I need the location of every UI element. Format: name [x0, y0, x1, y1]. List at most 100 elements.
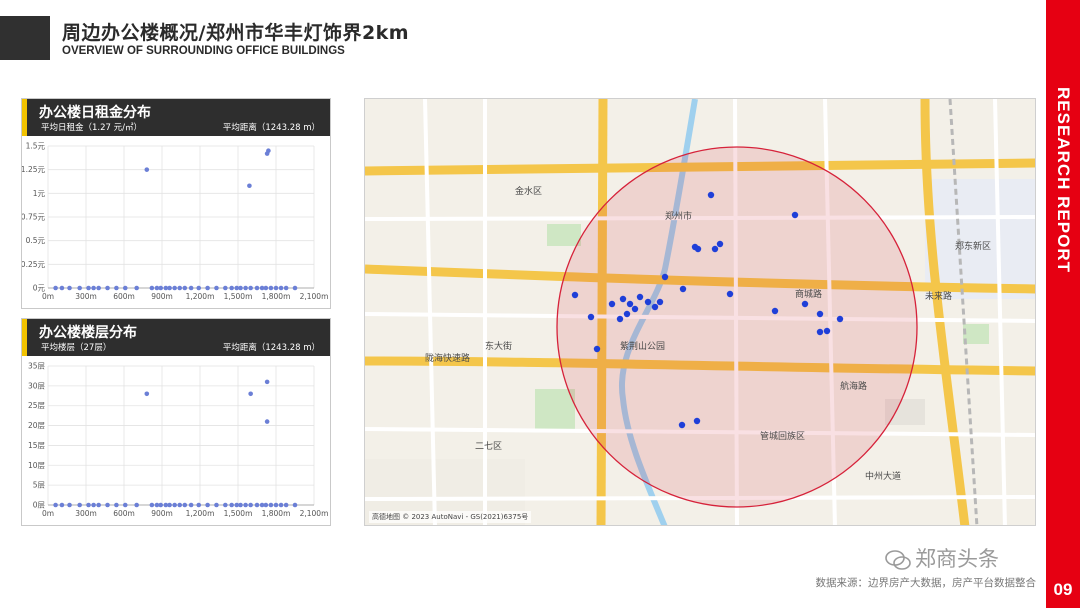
- area-map[interactable]: 郑州市 紫荆山公园 商城路 东大街 未来路 航海路 郑东新区 管城回族区 二七区 陇海快速路 金水区…: [364, 98, 1036, 526]
- scatter-point: [283, 285, 289, 291]
- x-tick-label: 300m: [75, 509, 97, 518]
- scatter-point: [229, 502, 234, 508]
- y-tick-label: 20层: [28, 421, 46, 430]
- floor-average-label: 平均楼层（27层）: [41, 343, 112, 353]
- scatter-point: [247, 183, 252, 189]
- rent-panel-header: 办公楼日租金分布 平均日租金（1.27 元/㎡） 平均距离（1243.28 m）: [22, 99, 330, 136]
- office-marker[interactable]: [631, 305, 639, 313]
- scatter-point: [182, 285, 188, 291]
- office-marker[interactable]: [707, 191, 715, 199]
- scatter-point: [263, 285, 269, 291]
- scatter-point: [134, 502, 139, 508]
- scatter-point: [53, 502, 58, 508]
- scatter-point: [105, 285, 110, 291]
- office-marker[interactable]: [816, 310, 824, 318]
- office-marker[interactable]: [726, 290, 734, 298]
- office-marker[interactable]: [651, 303, 659, 311]
- office-marker[interactable]: [801, 300, 809, 308]
- y-tick-label: 5层: [33, 481, 46, 490]
- scatter-point: [114, 502, 119, 508]
- office-marker[interactable]: [771, 307, 779, 315]
- office-marker[interactable]: [619, 295, 627, 303]
- scatter-point: [266, 148, 271, 154]
- rent-scatter-chart: 0元0.25元0.5元0.75元1元1.25元1.5元0m 300m 600m 900…: [22, 142, 328, 302]
- scatter-point: [59, 285, 65, 291]
- x-tick-label: 600m: [113, 292, 135, 301]
- floor-scatter-chart: 0层5层10层15层20层25层30层35层0m 300m 600m 900m 1,20…: [28, 362, 328, 519]
- scatter-point: [77, 502, 82, 508]
- x-tick-label: 0m: [42, 509, 54, 518]
- scatter-point: [248, 285, 253, 291]
- y-tick-label: 15层: [28, 441, 46, 450]
- scatter-point: [278, 502, 284, 508]
- scatter-point: [248, 391, 253, 397]
- office-marker[interactable]: [693, 417, 701, 425]
- title-accent-block: [0, 16, 50, 60]
- office-marker[interactable]: [616, 315, 624, 323]
- office-marker[interactable]: [587, 313, 595, 321]
- y-tick-label: 1元: [33, 189, 46, 198]
- office-marker[interactable]: [608, 300, 616, 308]
- rent-panel: 办公楼日租金分布 平均日租金（1.27 元/㎡） 平均距离（1243.28 m）…: [21, 98, 331, 309]
- y-tick-label: 30层: [28, 381, 46, 390]
- data-source-note: 数据来源：边界房产大数据，房产平台数据整合: [815, 577, 1037, 589]
- office-marker[interactable]: [823, 327, 831, 335]
- office-marker[interactable]: [626, 300, 634, 308]
- office-marker-layer: [571, 191, 844, 429]
- x-tick-label: 0m: [42, 292, 54, 301]
- page-number: 09: [1053, 580, 1073, 599]
- y-tick-label: 1.5元: [26, 142, 46, 151]
- rent-distance-label: 平均距离（1243.28 m）: [222, 123, 320, 133]
- scatter-point: [243, 502, 248, 508]
- scatter-point: [177, 285, 183, 291]
- x-tick-label: 1,500m: [224, 292, 253, 301]
- office-marker[interactable]: [571, 291, 579, 299]
- y-tick-label: 25层: [28, 401, 46, 410]
- scatter-point: [268, 502, 274, 508]
- scatter-point: [172, 285, 177, 291]
- office-marker[interactable]: [711, 245, 719, 253]
- scatter-point: [263, 502, 269, 508]
- office-marker[interactable]: [656, 298, 664, 306]
- scatter-point: [67, 285, 72, 291]
- watermark-text: 郑商头条: [915, 547, 999, 571]
- watermark: 郑商头条: [885, 543, 999, 573]
- scatter-point: [254, 502, 260, 508]
- office-marker[interactable]: [791, 211, 799, 219]
- scatter-point: [91, 285, 96, 291]
- office-marker[interactable]: [644, 298, 652, 306]
- page-subtitle: OVERVIEW OF SURROUNDING OFFICE BUILDINGS: [62, 45, 345, 57]
- y-tick-label: 0.75元: [22, 213, 45, 222]
- scatter-point: [243, 285, 248, 291]
- scatter-point: [238, 285, 243, 291]
- y-tick-label: 0.5元: [26, 236, 46, 245]
- floor-panel-title: 办公楼楼层分布: [39, 325, 137, 341]
- office-marker[interactable]: [593, 345, 601, 353]
- rent-average-label: 平均日租金（1.27 元/㎡）: [41, 123, 142, 133]
- office-marker[interactable]: [636, 293, 644, 301]
- x-tick-label: 900m: [151, 292, 173, 301]
- scatter-point: [105, 502, 110, 508]
- office-marker[interactable]: [679, 285, 687, 293]
- scatter-point: [96, 285, 101, 291]
- scatter-point: [273, 502, 279, 508]
- office-marker[interactable]: [661, 273, 669, 281]
- scatter-point: [292, 285, 298, 291]
- office-marker[interactable]: [678, 421, 686, 429]
- scatter-point: [149, 502, 155, 508]
- floor-distance-label: 平均距离（1243.28 m）: [222, 343, 320, 353]
- scatter-point: [158, 502, 164, 508]
- scatter-point: [59, 502, 65, 508]
- scatter-point: [292, 502, 298, 508]
- scatter-point: [167, 285, 172, 291]
- office-marker[interactable]: [691, 243, 699, 251]
- office-marker[interactable]: [836, 315, 844, 323]
- floor-panel: 办公楼楼层分布 平均楼层（27层） 平均距离（1243.28 m） 0层 5层 10…: [21, 318, 331, 526]
- x-tick-label: 900m: [151, 509, 173, 518]
- office-marker[interactable]: [816, 328, 824, 336]
- office-marker[interactable]: [623, 310, 631, 318]
- office-marker[interactable]: [716, 240, 724, 248]
- y-tick-label: 10层: [28, 461, 46, 470]
- scatter-point: [91, 502, 96, 508]
- scatter-point: [177, 502, 183, 508]
